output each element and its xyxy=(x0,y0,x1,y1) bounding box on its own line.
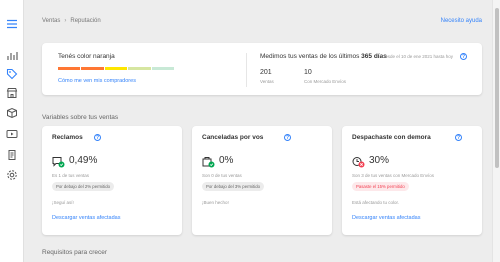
metric-value: 30% xyxy=(369,155,390,166)
menu-icon[interactable] xyxy=(6,18,18,30)
thermometer-segment xyxy=(58,67,81,70)
document-icon[interactable] xyxy=(6,149,18,161)
download-affected-sales-link[interactable]: Descargar ventas afectadas xyxy=(52,215,120,221)
metric-message: ¡Buen hecho! xyxy=(202,200,229,205)
info-icon[interactable]: ? xyxy=(455,134,462,141)
reputation-title: Tenés color naranja xyxy=(58,53,115,60)
divider xyxy=(246,53,247,87)
download-affected-sales-link[interactable]: Descargar ventas afectadas xyxy=(352,215,420,221)
sales-count-label: Ventas xyxy=(260,79,274,84)
sales-count: 201 xyxy=(260,69,272,76)
breadcrumb: Ventas › Reputación xyxy=(42,18,101,24)
sales-since-date: Desde el 10 de ene 2021 hasta hoy xyxy=(382,54,454,59)
metric-subtitle: Son 0 de tus ventas xyxy=(202,173,242,178)
section-title-requirements: Requisitos para crecer xyxy=(42,249,108,256)
box-icon[interactable] xyxy=(6,107,18,119)
store-icon[interactable] xyxy=(6,87,18,99)
sales-title-prefix: Medimos tus ventas de los últimos xyxy=(260,53,360,60)
metric-message: ¡Seguí así! xyxy=(52,200,74,205)
reputation-card: Tenés color naranja Cómo me ven mis comp… xyxy=(42,43,482,95)
thermometer-segment xyxy=(128,67,151,70)
metric-card-claims: Reclamos ? 0,49% Es 1 de tus ventas Por … xyxy=(42,126,182,235)
status-badge: Pasaste el 15% permitido xyxy=(352,182,409,191)
info-icon[interactable]: ? xyxy=(460,53,467,60)
info-icon[interactable]: ? xyxy=(284,134,291,141)
breadcrumb-parent[interactable]: Ventas xyxy=(42,18,60,24)
metric-title: Reclamos xyxy=(52,134,83,141)
clock-alert-icon xyxy=(352,157,365,168)
scrollbar-thumb[interactable] xyxy=(495,8,499,168)
metric-subtitle: Es 1 de tus ventas xyxy=(52,173,90,178)
metric-value: 0% xyxy=(219,155,234,166)
metric-card-cancellations: Canceladas por vos ? 0% Son 0 de tus ven… xyxy=(192,126,332,235)
breadcrumb-separator: › xyxy=(64,18,67,24)
info-icon[interactable]: ? xyxy=(94,134,101,141)
help-link[interactable]: Necesito ayuda xyxy=(441,18,482,24)
top-bar: Ventas › Reputación Necesito ayuda xyxy=(24,14,492,30)
section-title-variables: Variables sobre tus ventas xyxy=(42,114,119,121)
claim-ok-icon xyxy=(52,157,65,168)
sidebar xyxy=(0,0,24,262)
metric-subtitle: Son 3 de tus ventas con Mercado Envíos xyxy=(352,173,435,178)
video-icon[interactable] xyxy=(6,128,18,140)
gear-icon[interactable] xyxy=(6,169,18,181)
envios-count-label: Con Mercado Envíos xyxy=(304,79,347,84)
thermometer-segment xyxy=(104,67,128,70)
thermometer-segment xyxy=(81,67,104,70)
reputation-thermometer xyxy=(58,67,175,70)
how-buyers-see-me-link[interactable]: Cómo me ven mis compradores xyxy=(58,78,136,84)
main-content: Ventas › Reputación Necesito ayuda Tenés c… xyxy=(24,0,492,262)
thermometer-segment xyxy=(151,67,175,70)
scrollbar[interactable] xyxy=(492,0,500,262)
sales-period-title: Medimos tus ventas de los últimos 365 dí… xyxy=(260,53,387,60)
metric-value: 0,49% xyxy=(69,155,98,166)
metric-message: Está afectando tu color. xyxy=(352,200,400,205)
bar-chart-icon[interactable] xyxy=(6,50,18,62)
status-badge: Por debajo del 2% permitido xyxy=(52,182,114,191)
metric-title: Canceladas por vos xyxy=(202,134,264,141)
metric-title: Despachaste con demora xyxy=(352,134,431,141)
metric-card-delayed-shipping: Despachaste con demora ? 30% Son 3 de tu… xyxy=(342,126,482,235)
breadcrumb-current: Reputación xyxy=(70,18,101,24)
cancel-ok-icon xyxy=(202,157,215,168)
tag-icon[interactable] xyxy=(6,68,18,80)
envios-count: 10 xyxy=(304,69,312,76)
status-badge: Por debajo del 3% permitido xyxy=(202,182,264,191)
